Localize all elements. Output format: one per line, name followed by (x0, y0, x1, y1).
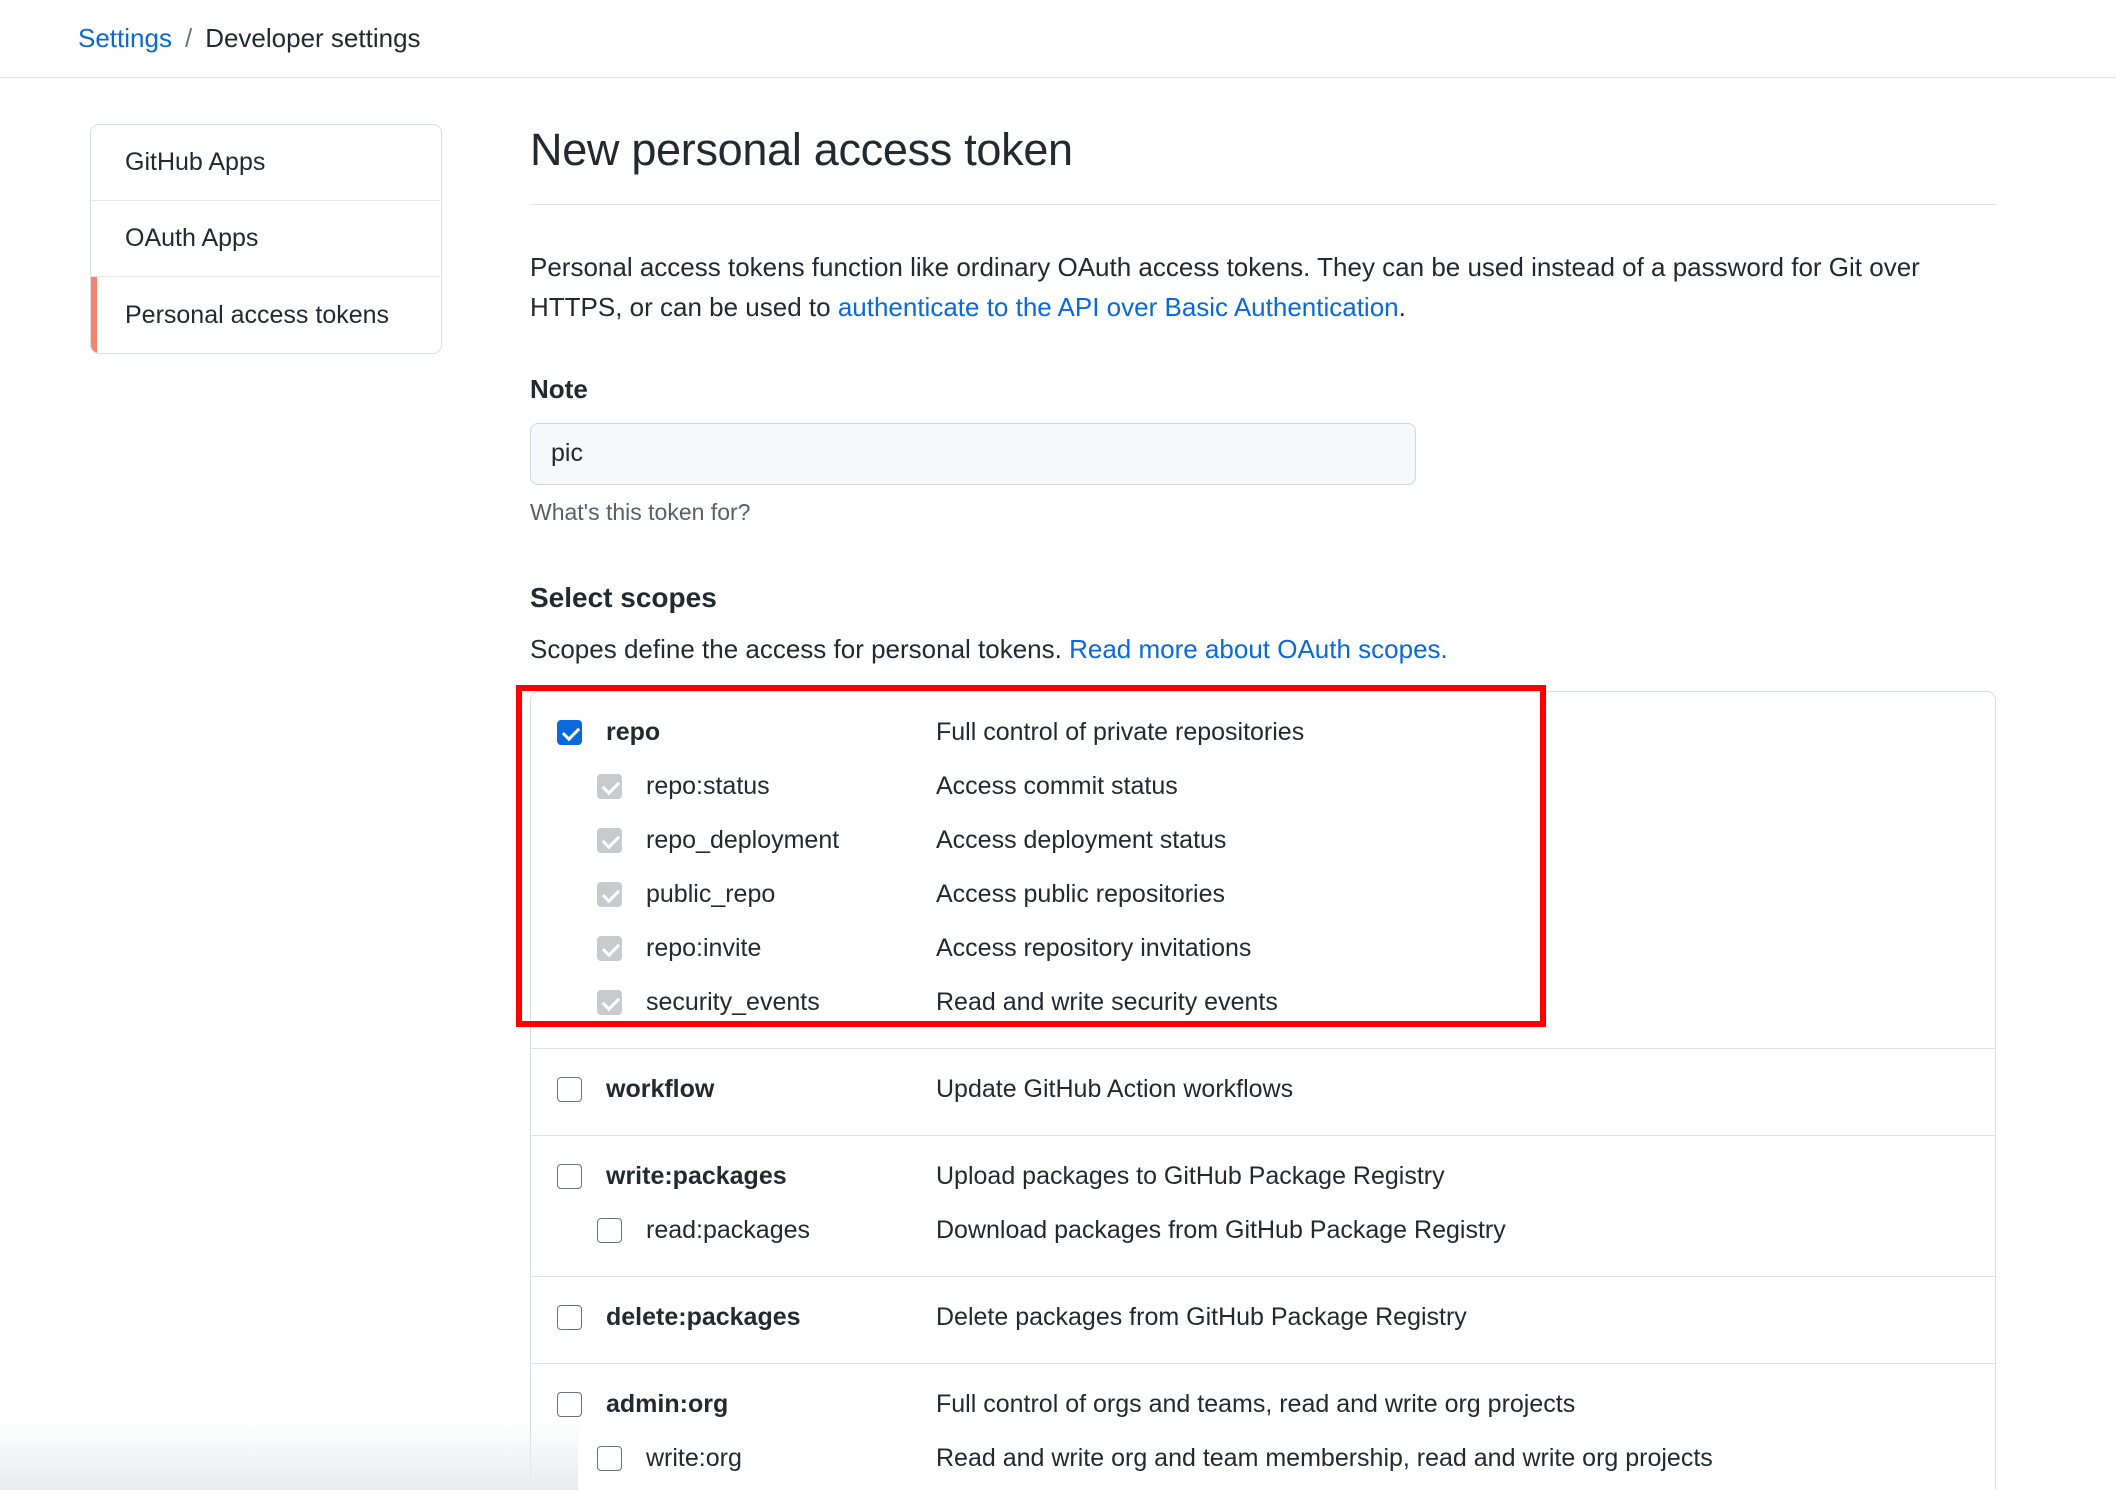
page-body: GitHub Apps OAuth Apps Personal access t… (0, 78, 2116, 1490)
scope-row-repo-status[interactable]: repo:status Access commit status (531, 760, 1995, 814)
scope-description: Update GitHub Action workflows (936, 1075, 1294, 1104)
scope-row-write-org[interactable]: write:org Read and write org and team mem… (531, 1432, 1995, 1486)
scope-name: workflow (606, 1075, 715, 1104)
scope-description: Delete packages from GitHub Package Regi… (936, 1303, 1467, 1332)
sidebar-item-label: Personal access tokens (125, 300, 390, 329)
breadcrumb-settings-link[interactable]: Settings (78, 23, 172, 54)
scopes-section: repo Full control of private repositories… (516, 684, 1996, 1490)
scope-group: admin:org Full control of orgs and teams,… (531, 1364, 1995, 1490)
scope-row-delete-packages[interactable]: delete:packages Delete packages from GitH… (531, 1291, 1995, 1345)
basic-auth-link[interactable]: authenticate to the API over Basic Authe… (838, 292, 1399, 322)
checkbox-read-packages[interactable] (597, 1218, 622, 1244)
scopes-card: repo Full control of private repositories… (530, 690, 1996, 1490)
scope-description: Full control of private repositories (936, 718, 1305, 747)
breadcrumb-current: Developer settings (205, 23, 421, 53)
checkbox-public-repo (597, 882, 622, 908)
scope-description: Read and write org and team membership, … (936, 1444, 1713, 1473)
checkbox-write-packages[interactable] (557, 1164, 582, 1190)
scope-row-repo-deployment[interactable]: repo_deployment Access deployment status (531, 814, 1995, 868)
scope-name: repo:status (646, 772, 770, 801)
scope-description: Upload packages to GitHub Package Regist… (936, 1162, 1445, 1191)
scope-group: workflow Update GitHub Action workflows (531, 1049, 1995, 1136)
intro-paragraph: Personal access tokens function like ord… (530, 247, 2000, 328)
scope-name: repo (606, 718, 661, 747)
scope-description: Read and write security events (936, 988, 1278, 1017)
breadcrumb-separator: / (184, 23, 193, 53)
scope-row-write-packages[interactable]: write:packages Upload packages to GitHub … (531, 1150, 1995, 1204)
sidebar-item-oauth-apps[interactable]: OAuth Apps (91, 201, 441, 277)
scope-description: Access repository invitations (936, 934, 1252, 963)
sidebar-item-label: OAuth Apps (125, 224, 259, 252)
page-title: New personal access token (530, 124, 1073, 175)
scope-row-workflow[interactable]: workflow Update GitHub Action workflows (531, 1063, 1995, 1117)
checkbox-write-org[interactable] (597, 1446, 622, 1472)
sidebar-item-github-apps[interactable]: GitHub Apps (91, 125, 441, 201)
oauth-scopes-link[interactable]: Read more about OAuth scopes. (1069, 634, 1448, 664)
scope-name: write:org (646, 1444, 742, 1473)
scope-name: read:packages (646, 1216, 811, 1245)
checkbox-delete-packages[interactable] (557, 1305, 582, 1331)
note-help-text: What's this token for? (530, 498, 751, 525)
scope-group: delete:packages Delete packages from GitH… (531, 1277, 1995, 1364)
scope-name: repo:invite (646, 934, 762, 963)
scope-description: Download packages from GitHub Package Re… (936, 1216, 1506, 1245)
breadcrumb: Settings / Developer settings (0, 0, 2116, 78)
note-label: Note (530, 373, 588, 404)
scope-name: public_repo (646, 880, 776, 909)
sidebar-item-personal-access-tokens[interactable]: Personal access tokens (91, 277, 441, 353)
title-divider (530, 204, 1996, 205)
select-scopes-heading: Select scopes (530, 581, 717, 613)
scope-row-security-events[interactable]: security_events Read and write security e… (531, 976, 1995, 1030)
scope-row-repo[interactable]: repo Full control of private repositories (531, 706, 1995, 760)
bottom-edge-shadow (0, 1420, 578, 1490)
scope-description: Access commit status (936, 772, 1178, 801)
scope-name: delete:packages (606, 1303, 801, 1332)
checkbox-repo-invite (597, 936, 622, 962)
scope-row-public-repo[interactable]: public_repo Access public repositories (531, 868, 1995, 922)
scope-description: Full control of orgs and teams, read and… (936, 1390, 1576, 1419)
main-content: New personal access token Personal acces… (442, 124, 2042, 1490)
intro-text-2: . (1398, 292, 1406, 323)
checkbox-repo[interactable] (557, 720, 582, 746)
scope-name: write:packages (606, 1162, 787, 1191)
scope-description: Access deployment status (936, 826, 1227, 855)
checkbox-repo-status (597, 774, 622, 800)
sidebar: GitHub Apps OAuth Apps Personal access t… (0, 124, 442, 1490)
scope-description: Access public repositories (936, 880, 1226, 909)
sidebar-item-label: GitHub Apps (125, 148, 266, 176)
scope-row-read-packages[interactable]: read:packages Download packages from GitH… (531, 1204, 1995, 1258)
checkbox-repo-deployment (597, 828, 622, 854)
checkbox-security-events (597, 990, 622, 1016)
scope-group: write:packages Upload packages to GitHub … (531, 1136, 1995, 1277)
scope-group: repo Full control of private repositories… (531, 692, 1995, 1049)
scope-row-read-org[interactable]: read:orgRead org and team membership, re… (531, 1486, 1995, 1490)
scope-row-admin-org[interactable]: admin:org Full control of orgs and teams,… (531, 1378, 1995, 1432)
checkbox-workflow[interactable] (557, 1077, 582, 1103)
checkbox-admin-org[interactable] (557, 1392, 582, 1418)
note-input[interactable] (530, 422, 1416, 485)
scope-name: repo_deployment (646, 826, 840, 855)
sidebar-card: GitHub Apps OAuth Apps Personal access t… (90, 124, 442, 354)
select-scopes-description: Scopes define the access for personal to… (530, 634, 1982, 665)
scope-name: security_events (646, 988, 820, 1017)
scope-name: admin:org (606, 1390, 729, 1419)
scope-row-repo-invite[interactable]: repo:invite Access repository invitations (531, 922, 1995, 976)
scopes-description-text: Scopes define the access for personal to… (530, 633, 1070, 664)
